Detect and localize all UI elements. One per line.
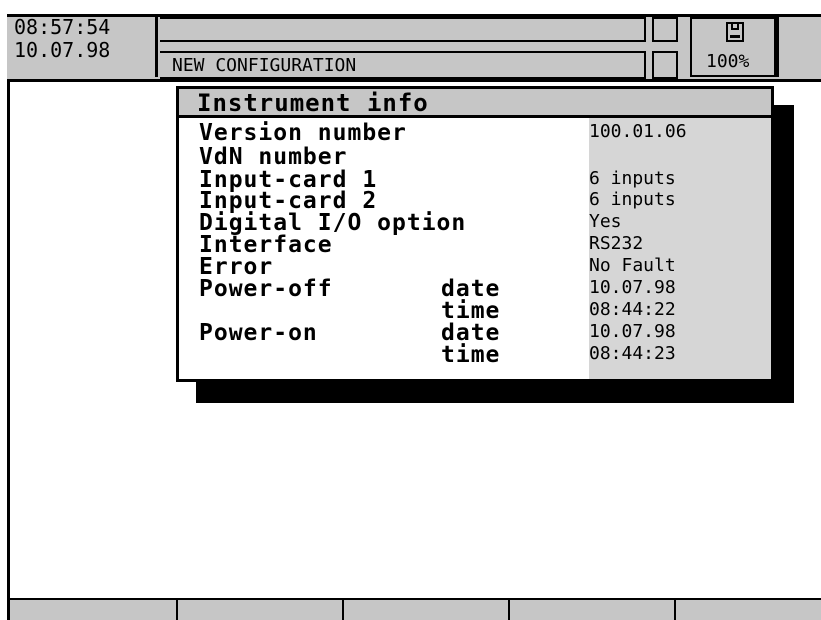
info-value: 10.07.98 (589, 277, 676, 298)
floppy-disk-icon (726, 22, 744, 42)
title-field: NEW CONFIGURATION (160, 17, 646, 79)
current-time: 08:57:54 (14, 15, 111, 39)
status-divider (155, 17, 158, 77)
softkey-3[interactable] (344, 600, 510, 620)
info-value: 6 inputs (589, 189, 676, 210)
info-label: Interface (199, 232, 333, 258)
info-row: time 08:44:23 (179, 342, 771, 368)
info-row: time 08:44:22 (179, 298, 771, 324)
info-row: Interface RS232 (179, 232, 771, 258)
info-row: Power-off date 10.07.98 (179, 276, 771, 302)
info-label: Version number (199, 120, 407, 146)
info-value: 10.07.98 (589, 321, 676, 342)
info-label: Input-card 2 (199, 188, 378, 214)
current-date: 10.07.98 (14, 38, 111, 62)
instrument-info-dialog: Instrument info Version number 100.01.06… (176, 86, 774, 382)
softkey-1[interactable] (10, 600, 178, 620)
info-sublabel: date (441, 276, 501, 302)
info-value: 6 inputs (589, 168, 676, 189)
memory-status: 100% (690, 17, 776, 77)
status-divider-right (776, 17, 779, 77)
info-row: VdN number (179, 144, 771, 170)
info-label: Power-on (199, 320, 318, 346)
instrument-screen: 08:57:54 10.07.98 NEW CONFIGURATION 100%… (0, 0, 821, 620)
info-label: Error (199, 254, 274, 280)
softkey-2[interactable] (178, 600, 344, 620)
indicator-upper (652, 17, 678, 42)
dialog-header: Instrument info (179, 89, 771, 118)
status-indicator-box (652, 17, 680, 79)
info-sublabel: time (441, 342, 501, 368)
configuration-title: NEW CONFIGURATION (172, 55, 357, 76)
info-label: VdN number (199, 144, 348, 170)
info-row: Error No Fault (179, 254, 771, 280)
softkey-4[interactable] (510, 600, 676, 620)
title-upper-box (160, 17, 646, 42)
info-value: No Fault (589, 255, 676, 276)
info-row: Power-on date 10.07.98 (179, 320, 771, 346)
indicator-lower (652, 51, 678, 79)
info-row: Input-card 1 6 inputs (179, 168, 771, 192)
softkey-bar (10, 598, 821, 620)
info-row: Digital I/O option Yes (179, 210, 771, 236)
frame-left-line (7, 14, 10, 620)
softkey-5[interactable] (676, 600, 821, 620)
info-value: 100.01.06 (589, 121, 687, 142)
info-value: 08:44:22 (589, 299, 676, 320)
info-label: Digital I/O option (199, 210, 467, 236)
info-value: Yes (589, 211, 622, 232)
info-sublabel: date (441, 320, 501, 346)
info-sublabel: time (441, 298, 501, 324)
info-row: Input-card 2 6 inputs (179, 188, 771, 214)
clock-display: 08:57:54 10.07.98 (10, 16, 160, 78)
dialog-title: Instrument info (197, 89, 429, 117)
info-row: Version number 100.01.06 (179, 120, 771, 146)
info-value: 08:44:23 (589, 343, 676, 364)
info-label: Power-off (199, 276, 333, 302)
info-value: RS232 (589, 233, 644, 254)
memory-level: 100% (706, 51, 750, 72)
